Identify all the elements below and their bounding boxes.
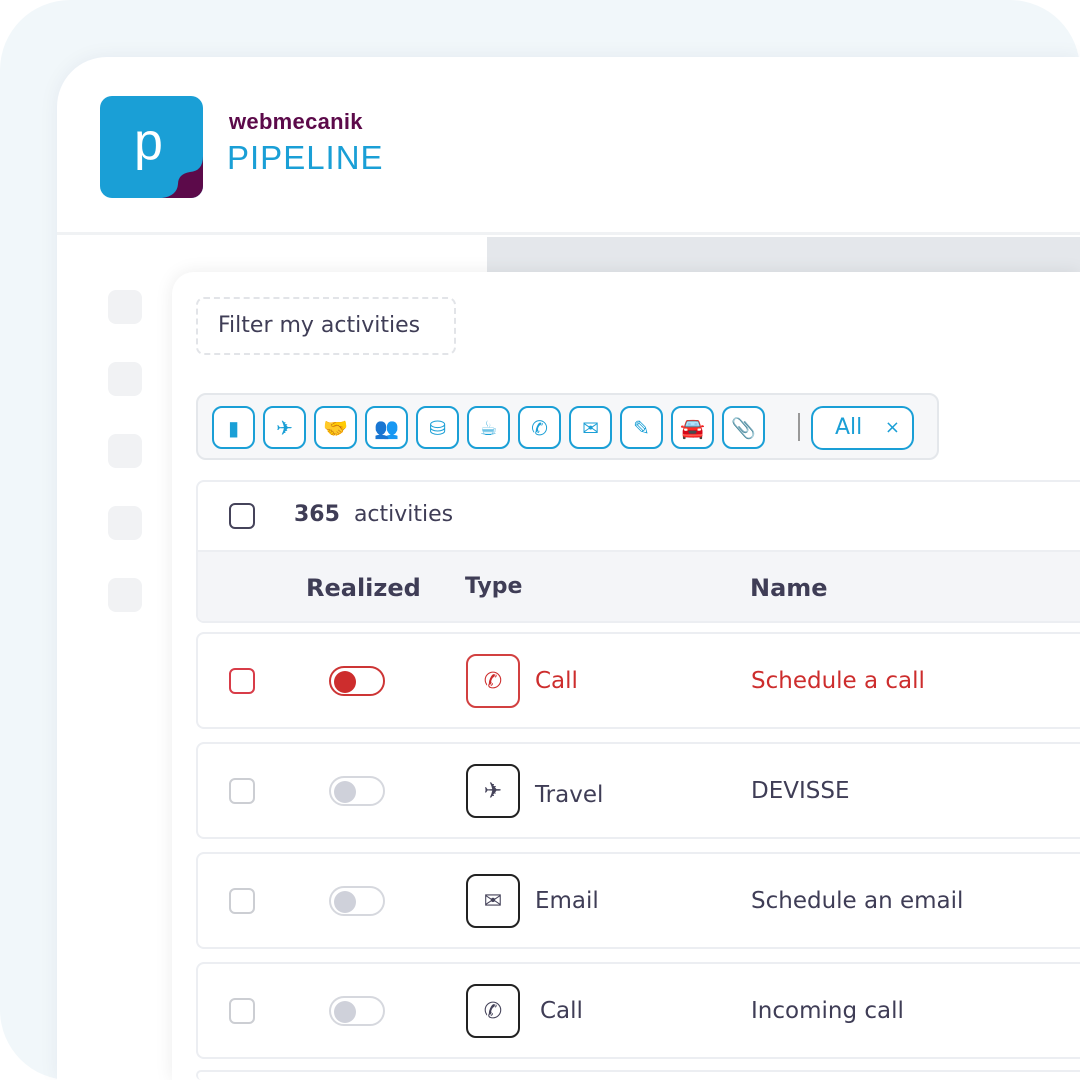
column-type[interactable]: Type (465, 574, 522, 599)
realized-toggle[interactable] (329, 886, 385, 916)
document-icon[interactable]: ▮ (212, 406, 255, 449)
type-label: Call (535, 668, 578, 694)
table-row[interactable] (196, 1070, 1080, 1080)
plane-icon[interactable]: ✈ (263, 406, 306, 449)
header: p webmecanik PIPELINE (57, 57, 1080, 235)
realized-toggle[interactable] (329, 996, 385, 1026)
all-filter-chip[interactable]: All × (811, 406, 914, 450)
table-row[interactable]: ✆ Call Incoming call (196, 962, 1080, 1059)
sidebar-item[interactable] (108, 434, 142, 468)
type-label: Travel (535, 782, 603, 808)
column-name[interactable]: Name (750, 574, 828, 602)
row-checkbox[interactable] (229, 778, 255, 804)
sidebar-item[interactable] (108, 506, 142, 540)
close-icon[interactable]: × (885, 408, 900, 448)
realized-toggle[interactable] (329, 776, 385, 806)
divider (798, 413, 800, 441)
row-checkbox[interactable] (229, 668, 255, 694)
sidebar-item[interactable] (108, 578, 142, 612)
pipeline-logo: p (100, 96, 203, 198)
content-bar (487, 237, 1080, 277)
realized-toggle[interactable] (329, 666, 385, 696)
select-all-checkbox[interactable] (229, 503, 255, 529)
activity-count: 365 activities (294, 502, 453, 527)
row-checkbox[interactable] (229, 998, 255, 1024)
envelope-icon: ✉ (466, 874, 520, 928)
filter-my-activities-button[interactable]: Filter my activities (196, 297, 456, 355)
type-label: Call (540, 998, 583, 1024)
type-label: Email (535, 888, 599, 914)
all-label: All (835, 415, 862, 440)
activity-name[interactable]: DEVISSE (751, 778, 850, 804)
plane-icon: ✈ (466, 764, 520, 818)
column-headers: Realized Type Name (198, 550, 1080, 621)
handshake-icon[interactable]: 🤝 (314, 406, 357, 449)
activity-name[interactable]: Schedule an email (751, 888, 963, 914)
table-row[interactable]: ✈ Travel DEVISSE (196, 742, 1080, 839)
car-icon[interactable]: 🚘 (671, 406, 714, 449)
users-icon[interactable]: 👥 (365, 406, 408, 449)
phone-icon[interactable]: ✆ (518, 406, 561, 449)
sidebar-item[interactable] (108, 290, 142, 324)
paperclip-icon[interactable]: 📎 (722, 406, 765, 449)
activity-type-filter: ▮ ✈ 🤝 👥 ⛁ ☕ ✆ ✉ ✎ 🚘 📎 All × (196, 393, 939, 460)
row-checkbox[interactable] (229, 888, 255, 914)
company-name: webmecanik (229, 109, 363, 135)
table-row[interactable]: ✉ Email Schedule an email (196, 852, 1080, 949)
phone-icon: ✆ (466, 984, 520, 1038)
column-realized[interactable]: Realized (306, 574, 421, 602)
envelope-icon[interactable]: ✉ (569, 406, 612, 449)
coffee-icon[interactable]: ☕ (467, 406, 510, 449)
sidebar-item[interactable] (108, 362, 142, 396)
phone-icon: ✆ (466, 654, 520, 708)
table-header: 365 activities Realized Type Name (196, 480, 1080, 623)
edit-icon[interactable]: ✎ (620, 406, 663, 449)
product-name: PIPELINE (227, 139, 384, 177)
activity-name[interactable]: Incoming call (751, 998, 904, 1024)
table-row[interactable]: ✆ Call Schedule a call (196, 632, 1080, 729)
coins-icon[interactable]: ⛁ (416, 406, 459, 449)
activity-name[interactable]: Schedule a call (751, 668, 925, 694)
